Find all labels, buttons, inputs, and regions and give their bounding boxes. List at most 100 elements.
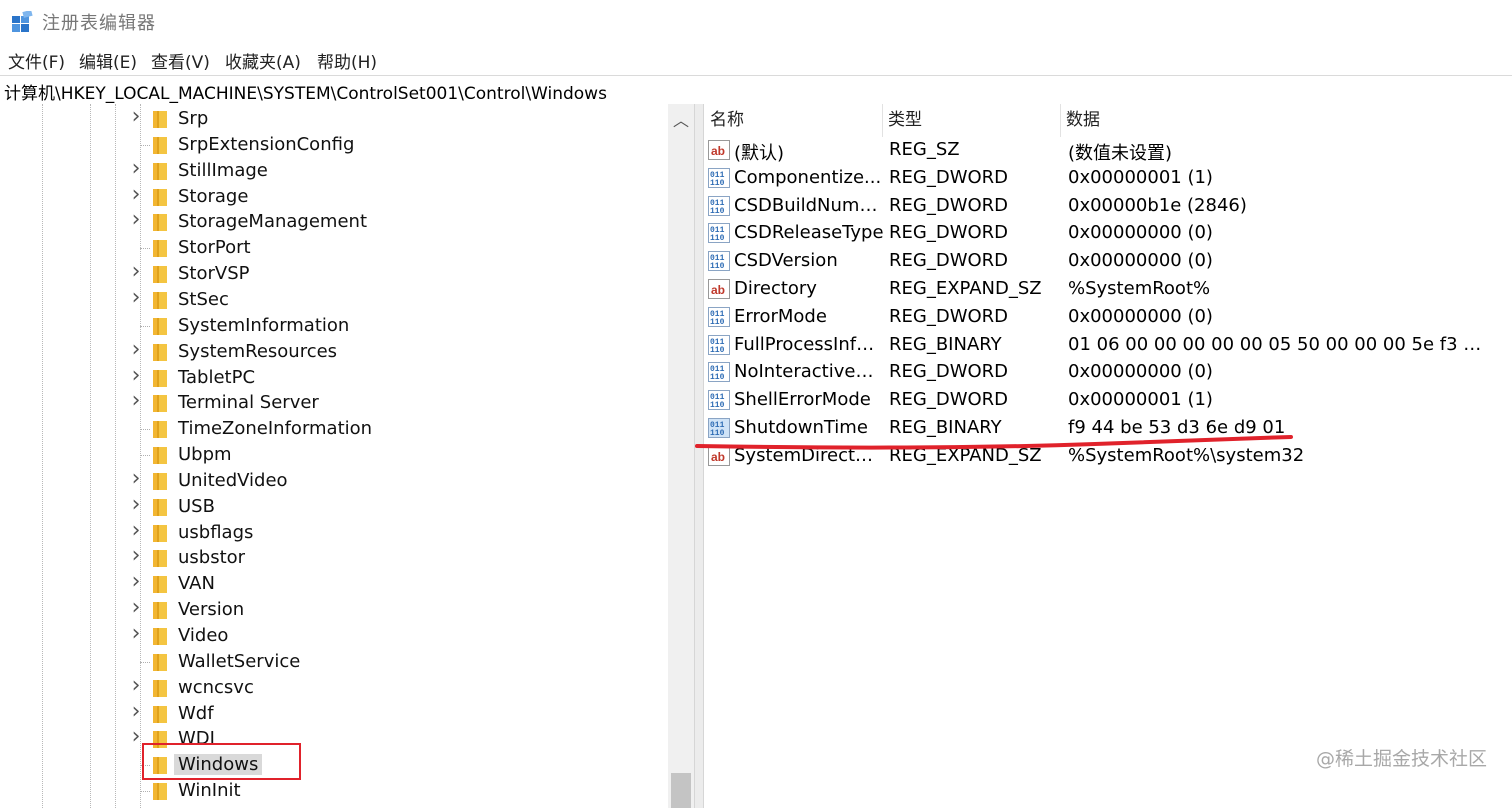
svg-text:ab: ab bbox=[711, 283, 725, 297]
folder-icon bbox=[153, 162, 167, 180]
tree-item[interactable]: TimeZoneInformation bbox=[0, 417, 668, 443]
value-row[interactable]: 011 110 CSDReleaseType REG_DWORD 0x00000000 … bbox=[704, 220, 1512, 248]
tree-item[interactable]: StorPort bbox=[0, 236, 668, 262]
value-row[interactable]: 011 110 ShellErrorMode REG_DWORD 0x00000001 … bbox=[704, 387, 1512, 415]
folder-icon bbox=[153, 679, 167, 697]
value-data: 0x00000000 (0) bbox=[1068, 250, 1213, 272]
folder-icon bbox=[153, 188, 167, 206]
column-header-name[interactable]: 名称 bbox=[704, 104, 882, 137]
menu-help[interactable]: 帮助(H) bbox=[317, 48, 377, 73]
value-row[interactable]: ab Directory REG_EXPAND_SZ %SystemRoot% bbox=[704, 276, 1512, 304]
chevron-right-icon[interactable]: › bbox=[128, 673, 144, 698]
chevron-right-icon[interactable]: › bbox=[128, 492, 144, 517]
tree-item-label: Version bbox=[178, 599, 245, 621]
binary-value-icon: 011110 bbox=[708, 195, 730, 216]
tree-item[interactable]: Windows bbox=[0, 753, 668, 779]
shutdowntime-annotation-underline bbox=[695, 435, 1293, 450]
address-path[interactable]: 计算机\HKEY_LOCAL_MACHINE\SYSTEM\ControlSet… bbox=[4, 79, 607, 104]
tree-item[interactable]: › VAN bbox=[0, 569, 668, 598]
value-row[interactable]: 011 110 Componentize... REG_DWORD 0x00000001… bbox=[704, 165, 1512, 193]
chevron-right-icon[interactable]: › bbox=[128, 569, 144, 594]
chevron-right-icon[interactable]: › bbox=[128, 466, 144, 491]
tree-item-label: StillImage bbox=[178, 159, 268, 181]
window-title: 注册表编辑器 bbox=[42, 13, 156, 34]
menu-edit[interactable]: 编辑(E) bbox=[79, 48, 137, 73]
tree-item[interactable]: › usbstor bbox=[0, 543, 668, 572]
tree-item[interactable]: WalletService bbox=[0, 650, 668, 676]
chevron-right-icon[interactable]: › bbox=[128, 104, 144, 129]
column-header-data[interactable]: 数据 bbox=[1060, 104, 1500, 137]
folder-icon bbox=[153, 240, 167, 258]
chevron-right-icon[interactable]: › bbox=[128, 621, 144, 646]
chevron-right-icon[interactable]: › bbox=[128, 337, 144, 362]
menu-file[interactable]: 文件(F) bbox=[8, 48, 65, 73]
chevron-right-icon[interactable]: › bbox=[128, 699, 144, 724]
tree-item[interactable]: › StorVSP bbox=[0, 259, 668, 288]
svg-text:110: 110 bbox=[710, 373, 725, 382]
tree-item-label: Ubpm bbox=[178, 444, 232, 466]
value-data: 0x00000001 (1) bbox=[1068, 389, 1213, 411]
chevron-right-icon[interactable]: › bbox=[128, 182, 144, 207]
tree-item-label: VAN bbox=[178, 573, 215, 595]
chevron-right-icon[interactable]: › bbox=[128, 285, 144, 310]
value-data: 0x00000001 (1) bbox=[1068, 166, 1213, 188]
tree-item[interactable]: WinInit bbox=[0, 779, 668, 805]
tree-item[interactable]: › StorageManagement bbox=[0, 207, 668, 236]
chevron-right-icon[interactable]: › bbox=[128, 724, 144, 749]
tree-item[interactable]: › TabletPC bbox=[0, 363, 668, 392]
tree-item[interactable]: SystemInformation bbox=[0, 314, 668, 340]
chevron-right-icon[interactable]: › bbox=[128, 543, 144, 568]
key-tree[interactable]: › Srp SrpExtensionConfig › StillImage › Storag… bbox=[0, 104, 694, 808]
chevron-right-icon[interactable]: › bbox=[128, 595, 144, 620]
tree-item[interactable]: › Video bbox=[0, 621, 668, 650]
chevron-right-icon[interactable]: › bbox=[128, 156, 144, 181]
value-name: CSDVersion bbox=[734, 250, 838, 272]
chevron-right-icon[interactable]: › bbox=[128, 363, 144, 388]
tree-item[interactable]: › wcncsvc bbox=[0, 673, 668, 702]
tree-item[interactable]: › WDI bbox=[0, 724, 668, 753]
chevron-right-icon[interactable]: › bbox=[128, 259, 144, 284]
chevron-right-icon[interactable]: › bbox=[128, 207, 144, 232]
chevron-right-icon[interactable]: › bbox=[128, 518, 144, 543]
tree-item[interactable]: Ubpm bbox=[0, 443, 668, 469]
folder-icon bbox=[153, 214, 167, 232]
tree-item[interactable]: › Storage bbox=[0, 182, 668, 211]
value-name: CSDReleaseType bbox=[734, 222, 884, 244]
menu-favorites[interactable]: 收藏夹(A) bbox=[225, 48, 301, 73]
value-name: NoInteractiveSe... bbox=[734, 361, 884, 383]
value-row[interactable]: 011 110 CSDVersion REG_DWORD 0x00000000 (0) bbox=[704, 248, 1512, 276]
pane-splitter[interactable] bbox=[694, 104, 704, 808]
folder-icon bbox=[153, 602, 167, 620]
chevron-right-icon[interactable]: › bbox=[128, 388, 144, 413]
tree-item[interactable]: › SystemResources bbox=[0, 337, 668, 366]
tree-item[interactable]: › StSec bbox=[0, 285, 668, 314]
value-row[interactable]: 011 110 ErrorMode REG_DWORD 0x00000000 (0) bbox=[704, 304, 1512, 332]
folder-icon bbox=[153, 266, 167, 284]
value-type: REG_DWORD bbox=[889, 222, 1009, 244]
value-data: 01 06 00 00 00 00 00 05 50 00 00 00 5e f… bbox=[1068, 333, 1488, 355]
tree-item[interactable]: › usbflags bbox=[0, 518, 668, 547]
tree-item-label: StorVSP bbox=[178, 263, 250, 285]
tree-item[interactable]: › Version bbox=[0, 595, 668, 624]
value-row[interactable]: 011 110 NoInteractiveSe... REG_DWORD 0x00000… bbox=[704, 359, 1512, 387]
tree-item[interactable]: › UnitedVideo bbox=[0, 466, 668, 495]
tree-item[interactable]: SrpExtensionConfig bbox=[0, 133, 668, 159]
scroll-thumb[interactable] bbox=[671, 773, 691, 808]
values-list[interactable]: 名称 类型 数据 ab (默认) REG_SZ (数值未设置) 011 110 Compon… bbox=[704, 104, 1512, 808]
tree-item[interactable]: › USB bbox=[0, 492, 668, 521]
menu-view[interactable]: 查看(V) bbox=[151, 48, 210, 73]
folder-icon bbox=[153, 550, 167, 568]
svg-text:110: 110 bbox=[710, 262, 725, 271]
value-row[interactable]: 011 110 CSDBuildNumb... REG_DWORD 0x00000b1e… bbox=[704, 193, 1512, 221]
folder-icon bbox=[153, 472, 167, 490]
scroll-up-arrow-icon[interactable]: ︿ bbox=[668, 104, 694, 138]
value-row[interactable]: ab (默认) REG_SZ (数值未设置) bbox=[704, 137, 1512, 165]
tree-item[interactable]: › Srp bbox=[0, 104, 668, 133]
tree-item[interactable]: › Wdf bbox=[0, 699, 668, 728]
tree-item[interactable]: › Terminal Server bbox=[0, 388, 668, 417]
tree-item[interactable]: › StillImage bbox=[0, 156, 668, 185]
value-row[interactable]: 011 110 FullProcessInfor... REG_BINARY 01 06… bbox=[704, 332, 1512, 360]
tree-scrollbar[interactable]: ︿ bbox=[668, 104, 694, 808]
address-bar[interactable]: 计算机\HKEY_LOCAL_MACHINE\SYSTEM\ControlSet… bbox=[0, 75, 1512, 105]
column-header-type[interactable]: 类型 bbox=[882, 104, 1060, 137]
